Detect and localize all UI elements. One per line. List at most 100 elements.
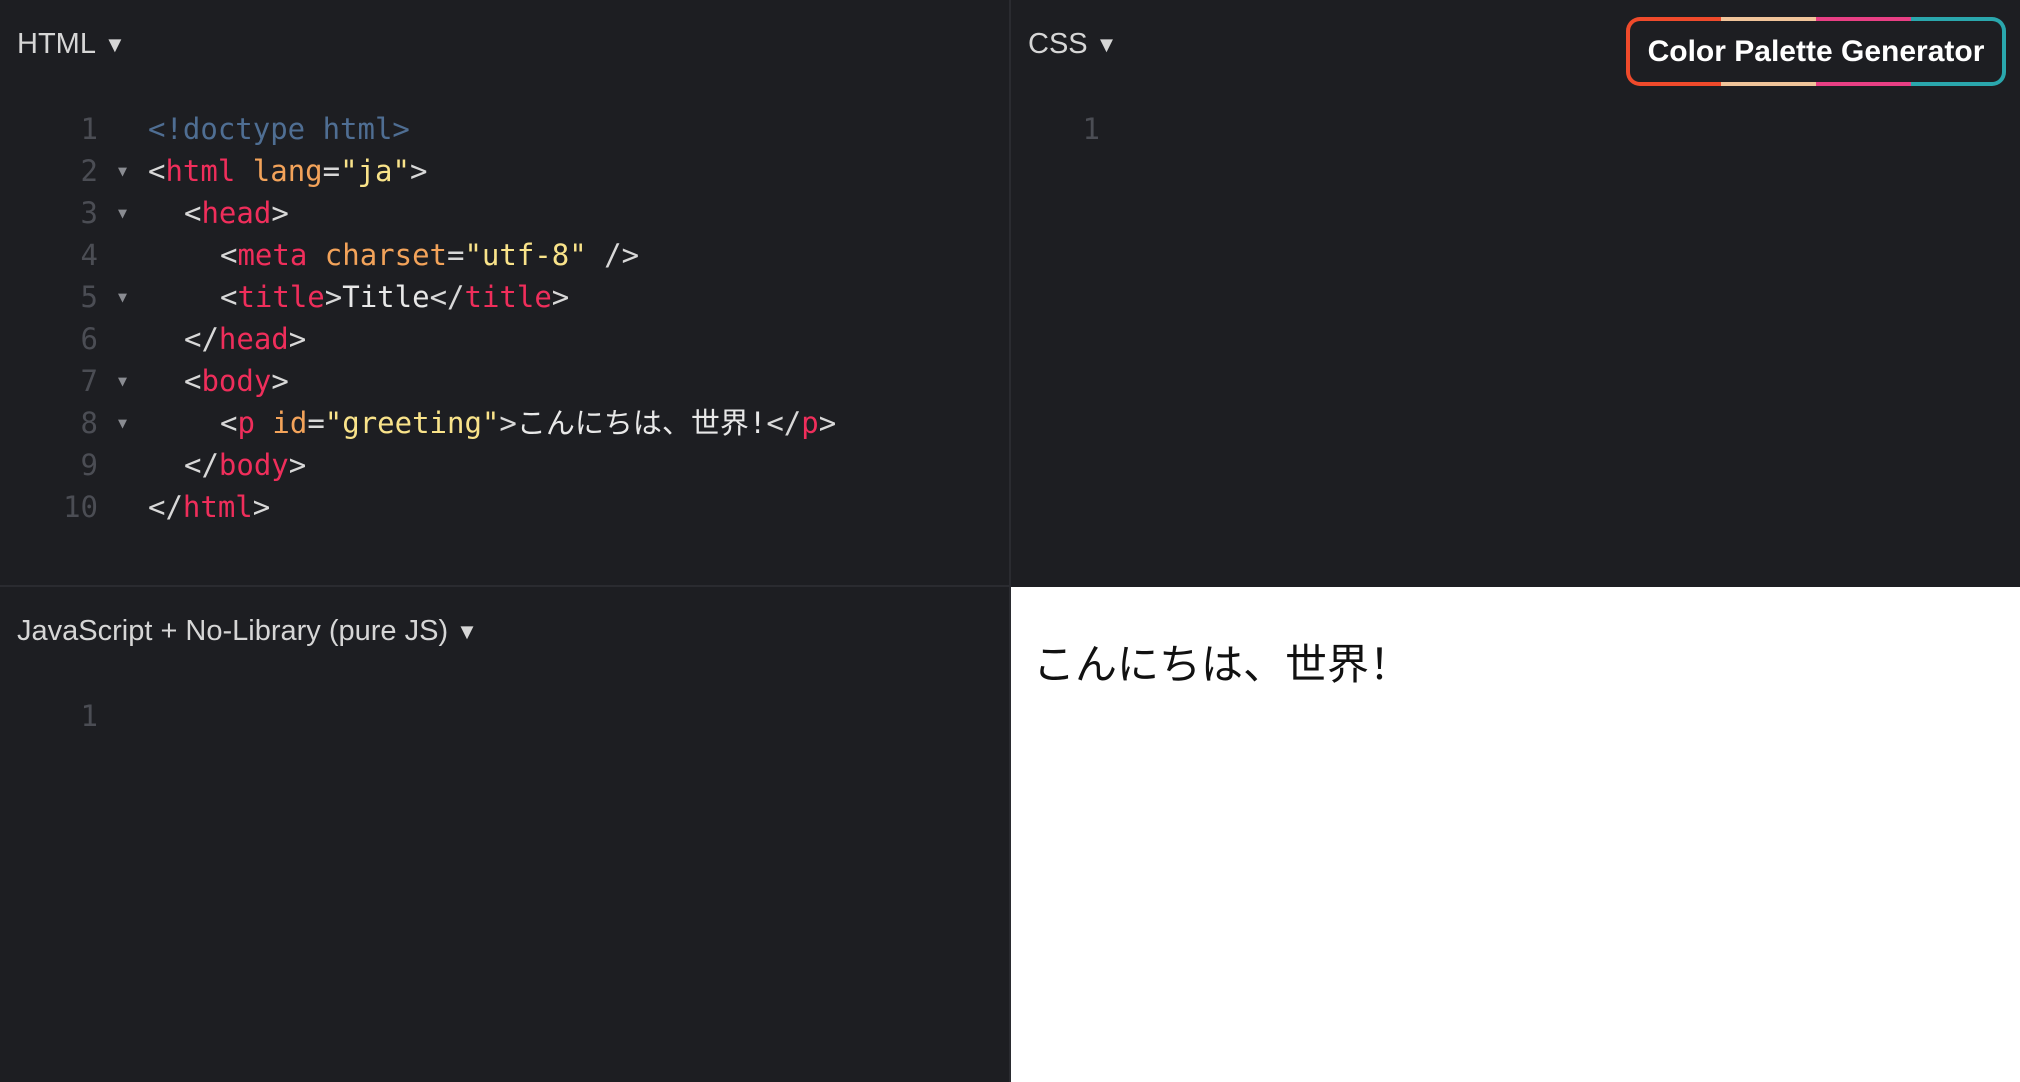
code-token: </ <box>766 406 802 440</box>
code-line[interactable]: 4 <meta charset="utf-8" /> <box>0 234 1009 276</box>
code-token: = <box>307 406 325 440</box>
css-editor-pane: CSS ▼ 1 <box>1011 0 2020 585</box>
code-token: > <box>818 406 837 440</box>
code-token: body <box>218 448 289 482</box>
code-content: </body> <box>148 444 306 486</box>
code-line[interactable]: 8 ▼ <p id="greeting">こんにちは、世界!</p> <box>0 402 1009 444</box>
code-token: </ <box>148 490 183 524</box>
css-code-editor[interactable]: 1 <box>1011 108 2011 150</box>
code-token: > <box>271 364 289 398</box>
line-number: 9 <box>80 448 98 482</box>
code-content: <title>Title</title> <box>148 276 569 318</box>
code-token: = <box>322 154 341 188</box>
code-token: > <box>499 406 517 440</box>
js-pane-title: JavaScript + No-Library (pure JS) <box>17 615 449 647</box>
caret-down-icon[interactable]: ▼ <box>456 619 478 645</box>
color-palette-generator-button[interactable]: Color Palette Generator <box>1626 17 2006 86</box>
code-content: <meta charset="utf-8" /> <box>148 234 639 276</box>
code-token: title <box>237 280 325 314</box>
html-pane-header[interactable]: HTML ▼ <box>17 28 126 61</box>
code-token: > <box>288 322 307 356</box>
code-line[interactable]: 3 ▼ <head> <box>0 192 1009 234</box>
output-preview-pane: こんにちは、世界！ <box>1011 587 2020 1082</box>
code-content: </html> <box>148 486 270 528</box>
code-line[interactable]: 2 ▼ <html lang="ja"> <box>0 150 1009 192</box>
code-token: < <box>184 364 202 398</box>
fold-toggle-icon[interactable]: ▼ <box>118 276 127 318</box>
code-token: html <box>165 154 236 188</box>
line-number: 10 <box>63 490 98 524</box>
line-number: 1 <box>1082 112 1100 146</box>
code-token: </ <box>184 322 219 356</box>
line-number: 1 <box>80 699 98 733</box>
code-token: < <box>220 280 238 314</box>
code-line[interactable]: 9 </body> <box>0 444 1009 486</box>
code-line[interactable]: 5 ▼ <title>Title</title> <box>0 276 1009 318</box>
code-token: body <box>201 364 272 398</box>
code-content: <html lang="ja"> <box>148 150 427 192</box>
code-token: p <box>801 406 819 440</box>
code-token: > <box>252 490 271 524</box>
code-token: > <box>288 448 307 482</box>
code-token: "greeting" <box>324 406 500 440</box>
line-number: 2 <box>80 154 98 188</box>
code-content: </head> <box>148 318 306 360</box>
js-pane-header[interactable]: JavaScript + No-Library (pure JS) ▼ <box>17 615 478 648</box>
line-number: 1 <box>80 112 98 146</box>
html-editor-pane: HTML ▼ 1 <!doctype html> 2 ▼ <html lang="ja"… <box>0 0 1009 585</box>
code-token: /> <box>586 238 640 272</box>
code-token: p <box>237 406 255 440</box>
code-line[interactable]: 7 ▼ <body> <box>0 360 1009 402</box>
line-number: 7 <box>80 364 98 398</box>
line-number: 8 <box>80 406 98 440</box>
greeting-output: こんにちは、世界！ <box>1033 640 1412 689</box>
code-line[interactable]: 1 <box>1011 108 2011 150</box>
code-token: </ <box>429 280 465 314</box>
code-line[interactable]: 1 <box>0 695 1009 737</box>
css-pane-title: CSS <box>1028 28 1088 60</box>
fold-toggle-icon[interactable]: ▼ <box>118 360 127 402</box>
line-number: 5 <box>80 280 98 314</box>
code-token: <!doctype html> <box>148 112 410 146</box>
code-line[interactable]: 1 <!doctype html> <box>0 108 1009 150</box>
code-token: > <box>271 196 289 230</box>
fold-toggle-icon[interactable]: ▼ <box>118 192 127 234</box>
code-token: "utf-8" <box>464 238 587 272</box>
code-token: charset <box>324 238 447 272</box>
code-token: "ja" <box>340 154 410 188</box>
fold-toggle-icon[interactable]: ▼ <box>118 150 127 192</box>
code-token: > <box>409 154 428 188</box>
code-token: meta <box>237 238 308 272</box>
js-editor-pane: JavaScript + No-Library (pure JS) ▼ 1 <box>0 587 1009 1082</box>
code-line[interactable]: 10 </html> <box>0 486 1009 528</box>
code-token: lang <box>252 154 323 188</box>
code-token: > <box>324 280 343 314</box>
code-token: head <box>218 322 289 356</box>
code-token: > <box>551 280 570 314</box>
line-number: 4 <box>80 238 98 272</box>
line-number: 6 <box>80 322 98 356</box>
code-token: < <box>184 196 202 230</box>
fold-toggle-icon[interactable]: ▼ <box>118 402 127 444</box>
code-content: <body> <box>148 360 289 402</box>
code-content: <p id="greeting">こんにちは、世界!</p> <box>148 402 836 444</box>
caret-down-icon[interactable]: ▼ <box>104 32 126 58</box>
code-content: <head> <box>148 192 289 234</box>
code-token: head <box>201 196 272 230</box>
code-token: id <box>272 406 308 440</box>
css-pane-header[interactable]: CSS ▼ <box>1028 28 1117 61</box>
code-token: < <box>148 154 166 188</box>
caret-down-icon[interactable]: ▼ <box>1096 32 1118 58</box>
code-line[interactable]: 6 </head> <box>0 318 1009 360</box>
code-token: Title <box>342 280 430 314</box>
code-token: < <box>220 406 238 440</box>
code-token: < <box>220 238 238 272</box>
code-token: title <box>464 280 552 314</box>
code-token: </ <box>184 448 219 482</box>
html-pane-title: HTML <box>17 28 96 60</box>
html-code-editor[interactable]: 1 <!doctype html> 2 ▼ <html lang="ja"> 3 ▼ <hea… <box>0 108 1009 528</box>
js-code-editor[interactable]: 1 <box>0 695 1009 737</box>
